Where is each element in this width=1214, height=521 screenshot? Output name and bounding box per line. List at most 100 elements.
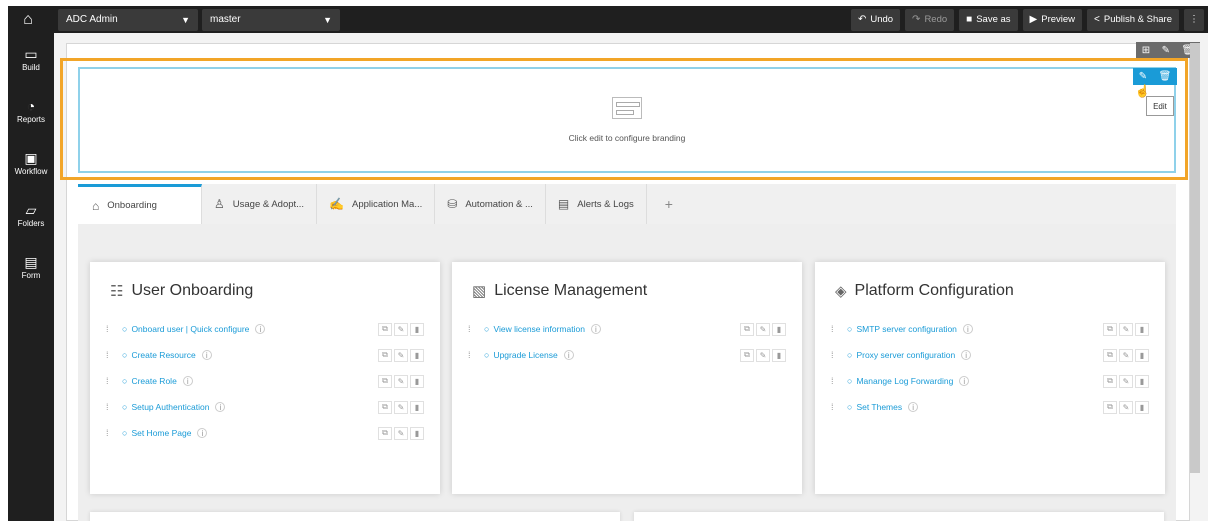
drag-handle-icon[interactable]: ⁞ — [106, 428, 114, 438]
link-label[interactable]: Set Themes — [856, 402, 902, 412]
trash-icon[interactable]: ▮ — [410, 322, 424, 336]
trash-icon[interactable]: ▮ — [772, 348, 786, 362]
drag-handle-icon[interactable]: ⁞ — [106, 376, 114, 386]
tab-alerts-logs[interactable]: ▤ Alerts & Logs — [546, 184, 647, 224]
drag-handle-icon[interactable]: ⁞ — [468, 324, 476, 334]
trash-icon[interactable]: 🗑 — [1159, 71, 1172, 82]
pencil-icon[interactable]: ✎ — [394, 374, 408, 388]
save-as-button[interactable]: ■ Save as — [959, 8, 1018, 31]
drag-handle-icon[interactable]: ⁞ — [468, 350, 476, 360]
info-icon[interactable]: i — [201, 350, 212, 360]
home-icon[interactable]: ⌂ — [8, 6, 48, 33]
copy-icon[interactable]: ⧉ — [740, 322, 754, 336]
vertical-scrollbar[interactable] — [1190, 43, 1200, 473]
redo-button[interactable]: ↷ Redo — [905, 8, 955, 31]
sidebar-item-label: Workflow — [14, 166, 48, 176]
tab-onboarding[interactable]: ⌂ Onboarding — [78, 184, 202, 224]
pencil-icon[interactable]: ✎ — [1162, 45, 1170, 56]
drag-handle-icon[interactable]: ⁞ — [831, 402, 839, 412]
sidebar-item-form[interactable]: ▤ Form — [8, 241, 54, 293]
undo-icon: ↶ — [857, 14, 867, 25]
pencil-icon[interactable]: ✎ — [756, 322, 770, 336]
add-tab-button[interactable]: + — [647, 184, 691, 224]
pencil-icon[interactable]: ✎ — [756, 348, 770, 362]
drag-handle-icon[interactable]: ⁞ — [106, 324, 114, 334]
tab-application-management[interactable]: ✍ Application Ma... — [317, 184, 436, 224]
layout-icon[interactable]: ⊞ — [1142, 45, 1150, 56]
copy-icon[interactable]: ⧉ — [1103, 374, 1117, 388]
drag-handle-icon[interactable]: ⁞ — [831, 350, 839, 360]
link-label[interactable]: Onboard user | Quick configure — [131, 324, 249, 334]
info-icon[interactable]: i — [962, 324, 973, 334]
sidebar-item-folders[interactable]: ▱ Folders — [8, 189, 54, 241]
card-title-text: License Management — [494, 282, 648, 299]
info-icon[interactable]: i — [255, 324, 266, 334]
trash-icon[interactable]: ▮ — [1135, 374, 1149, 388]
pencil-icon[interactable]: ✎ — [394, 400, 408, 414]
info-icon[interactable]: i — [563, 350, 574, 360]
drag-handle-icon[interactable]: ⁞ — [106, 350, 114, 360]
pencil-icon[interactable]: ✎ — [1119, 400, 1133, 414]
copy-icon[interactable]: ⧉ — [378, 374, 392, 388]
drag-handle-icon[interactable]: ⁞ — [106, 402, 114, 412]
link-circle-icon: ○ — [122, 402, 128, 412]
info-icon[interactable]: i — [590, 324, 601, 334]
sidebar-item-build[interactable]: ▭ Build — [8, 33, 54, 85]
info-icon[interactable]: i — [215, 402, 226, 412]
link-label[interactable]: Setup Authentication — [131, 402, 209, 412]
preview-button[interactable]: ▶ Preview — [1022, 8, 1083, 31]
copy-icon[interactable]: ⧉ — [1103, 400, 1117, 414]
sidebar-item-label: Reports — [16, 114, 45, 124]
pencil-icon[interactable]: ✎ — [1119, 322, 1133, 336]
trash-icon[interactable]: ▮ — [772, 322, 786, 336]
tab-usage-adoption[interactable]: ♙ Usage & Adopt... — [202, 184, 318, 224]
copy-icon[interactable]: ⧉ — [378, 400, 392, 414]
link-label[interactable]: Manange Log Forwarding — [856, 376, 953, 386]
pencil-icon[interactable]: ✎ — [394, 426, 408, 440]
info-icon[interactable]: i — [959, 376, 970, 386]
pencil-icon[interactable]: ✎ — [1139, 71, 1147, 82]
copy-icon[interactable]: ⧉ — [378, 348, 392, 362]
pencil-icon[interactable]: ✎ — [394, 322, 408, 336]
publish-share-button[interactable]: < Publish & Share — [1087, 8, 1179, 31]
link-label[interactable]: Set Home Page — [131, 428, 191, 438]
more-menu-button[interactable]: ⋮ — [1184, 8, 1204, 31]
link-label[interactable]: Create Role — [131, 376, 176, 386]
drag-handle-icon[interactable]: ⁞ — [831, 324, 839, 334]
copy-icon[interactable]: ⧉ — [740, 348, 754, 362]
pencil-icon[interactable]: ✎ — [394, 348, 408, 362]
info-icon[interactable]: i — [182, 376, 193, 386]
card-rows: ⁞ ○ Onboard user | Quick configure i ⧉ ✎ ▮… — [106, 316, 424, 446]
drag-handle-icon[interactable]: ⁞ — [831, 376, 839, 386]
undo-button[interactable]: ↶ Undo — [850, 8, 901, 31]
reports-icon: ◔ — [26, 97, 36, 114]
copy-icon[interactable]: ⧉ — [378, 322, 392, 336]
info-icon[interactable]: i — [197, 428, 208, 438]
copy-icon[interactable]: ⧉ — [1103, 322, 1117, 336]
tab-automation[interactable]: ⛁ Automation & ... — [435, 184, 546, 224]
link-label[interactable]: Create Resource — [131, 350, 195, 360]
trash-icon[interactable]: ▮ — [410, 400, 424, 414]
branding-panel[interactable]: Click edit to configure branding — [78, 67, 1176, 173]
pencil-icon[interactable]: ✎ — [1119, 348, 1133, 362]
link-label[interactable]: Proxy server configuration — [856, 350, 955, 360]
trash-icon[interactable]: ▮ — [1135, 322, 1149, 336]
trash-icon[interactable]: ▮ — [1135, 400, 1149, 414]
card-rows: ⁞ ○ SMTP server configuration i ⧉ ✎ ▮ ⁞ ○ … — [831, 316, 1149, 420]
link-label[interactable]: SMTP server configuration — [856, 324, 956, 334]
info-icon[interactable]: i — [908, 402, 919, 412]
copy-icon[interactable]: ⧉ — [1103, 348, 1117, 362]
sidebar-item-reports[interactable]: ◔ Reports — [8, 85, 54, 137]
trash-icon[interactable]: ▮ — [410, 348, 424, 362]
pencil-icon[interactable]: ✎ — [1119, 374, 1133, 388]
copy-icon[interactable]: ⧉ — [378, 426, 392, 440]
trash-icon[interactable]: ▮ — [1135, 348, 1149, 362]
link-label[interactable]: View license information — [493, 324, 585, 334]
link-label[interactable]: Upgrade License — [493, 350, 557, 360]
info-icon[interactable]: i — [961, 350, 972, 360]
sidebar-item-workflow[interactable]: ▣ Workflow — [8, 137, 54, 189]
trash-icon[interactable]: ▮ — [410, 374, 424, 388]
trash-icon[interactable]: ▮ — [410, 426, 424, 440]
app-select[interactable]: ADC Admin ▼ — [58, 8, 198, 31]
branch-select[interactable]: master ▼ — [202, 8, 340, 31]
